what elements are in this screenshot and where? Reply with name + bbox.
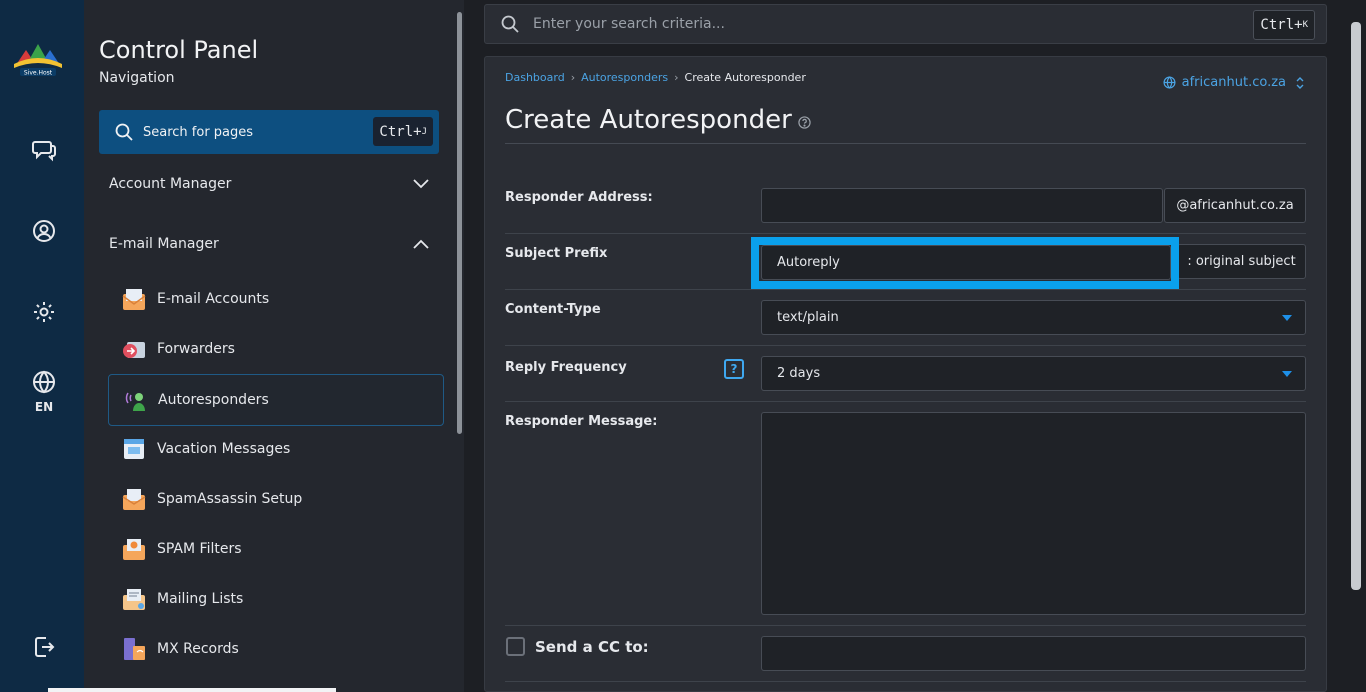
row-divider xyxy=(505,345,1306,346)
chevron-up-icon xyxy=(413,239,429,249)
caret-down-icon xyxy=(1282,371,1292,377)
main-scrollbar[interactable] xyxy=(1349,0,1363,692)
sidebar-item-autoresponders[interactable]: Autoresponders xyxy=(108,374,444,426)
autoresponders-icon xyxy=(121,386,149,414)
responder-message-textarea[interactable] xyxy=(761,412,1306,615)
sivehost-logo[interactable]: Sive.Host xyxy=(12,38,64,80)
panel-subtitle: Navigation xyxy=(99,70,175,86)
search-pages-label: Search for pages xyxy=(143,124,254,140)
sidebar-item-label: E-mail Accounts xyxy=(157,291,270,307)
logout-icon[interactable] xyxy=(22,625,66,669)
breadcrumb-autoresponders[interactable]: Autoresponders xyxy=(581,71,668,84)
sidebar-item-label: SPAM Filters xyxy=(157,541,242,557)
nav-scrollbar[interactable] xyxy=(455,0,464,692)
spamassassin-icon xyxy=(120,485,148,513)
nav-scrollbar-thumb[interactable] xyxy=(457,12,462,434)
group-account-manager-label: Account Manager xyxy=(109,176,232,192)
breadcrumb: Dashboard › Autoresponders › Create Auto… xyxy=(505,71,806,84)
row-divider xyxy=(505,233,1306,234)
row-divider xyxy=(505,681,1306,682)
forwarders-icon xyxy=(120,335,148,363)
vacation-messages-icon xyxy=(120,435,148,463)
sidebar-item-label: Vacation Messages xyxy=(157,441,291,457)
domain-selector-value: africanhut.co.za xyxy=(1181,75,1286,90)
responder-address-domain-suffix: @africanhut.co.za xyxy=(1164,188,1306,223)
subject-prefix-suffix: : original subject xyxy=(1177,244,1306,279)
bottom-edge-bar xyxy=(48,688,336,692)
row-divider xyxy=(505,625,1306,626)
reply-frequency-help-icon[interactable]: ? xyxy=(724,359,744,379)
group-email-manager[interactable]: E-mail Manager xyxy=(109,229,429,259)
icon-rail: Sive.Host EN xyxy=(0,0,84,692)
panel-title: Control Panel xyxy=(99,36,259,64)
search-pages-shortcut: Ctrl+ J xyxy=(373,117,433,146)
focus-highlight xyxy=(751,237,1179,289)
sidebar-item-mx-records[interactable]: MX Records xyxy=(108,624,444,674)
responder-message-label: Responder Message: xyxy=(505,414,658,429)
group-email-manager-label: E-mail Manager xyxy=(109,236,219,252)
row-divider xyxy=(505,289,1306,290)
responder-address-label: Responder Address: xyxy=(505,190,653,205)
content-type-label: Content-Type xyxy=(505,302,601,317)
sidebar-item-label: SpamAssassin Setup xyxy=(157,491,303,507)
help-circle-icon[interactable] xyxy=(798,115,811,129)
search-pages-button[interactable]: Search for pages Ctrl+ J xyxy=(99,110,439,154)
row-divider xyxy=(505,401,1306,402)
sidebar-item-spamassassin-setup[interactable]: SpamAssassin Setup xyxy=(108,474,444,524)
sidebar-item-forwarders[interactable]: Forwarders xyxy=(108,324,444,374)
sidebar-item-mailing-lists[interactable]: Mailing Lists xyxy=(108,574,444,624)
reply-frequency-value: 2 days xyxy=(777,366,821,381)
navigation-panel: Control Panel Navigation Search for page… xyxy=(84,0,464,692)
sidebar-item-label: MX Records xyxy=(157,641,239,657)
reply-frequency-select[interactable]: 2 days xyxy=(761,356,1306,391)
sidebar-item-email-accounts[interactable]: E-mail Accounts xyxy=(108,274,444,324)
breadcrumb-separator-icon: › xyxy=(570,71,576,84)
sidebar-item-label: Mailing Lists xyxy=(157,591,244,607)
breadcrumb-separator-icon: › xyxy=(674,71,679,84)
breadcrumb-current: Create Autoresponder xyxy=(684,71,806,84)
sidebar-item-label: Forwarders xyxy=(157,341,235,357)
content-type-value: text/plain xyxy=(777,310,839,325)
create-autoresponder-card: Dashboard › Autoresponders › Create Auto… xyxy=(484,56,1327,692)
globe-icon xyxy=(1163,76,1176,89)
sidebar-item-spam-filters[interactable]: SPAM Filters xyxy=(108,524,444,574)
caret-down-icon xyxy=(1282,315,1292,321)
language-globe-icon[interactable] xyxy=(22,360,66,404)
chevron-down-icon xyxy=(413,179,429,189)
content-type-select[interactable]: text/plain xyxy=(761,300,1306,335)
domain-selector[interactable]: africanhut.co.za xyxy=(1163,75,1304,90)
search-icon xyxy=(115,123,133,141)
mx-records-icon xyxy=(120,635,148,663)
sidebar-item-label: Autoresponders xyxy=(158,392,269,408)
responder-address-input[interactable] xyxy=(761,188,1163,223)
group-account-manager[interactable]: Account Manager xyxy=(109,169,429,199)
email-accounts-icon xyxy=(120,285,148,313)
global-search-input[interactable]: Enter your search criteria... xyxy=(533,16,725,32)
sidebar-item-vacation-messages[interactable]: Vacation Messages xyxy=(108,424,444,474)
chevron-updown-icon xyxy=(1296,76,1304,89)
search-icon xyxy=(501,15,519,33)
breadcrumb-dashboard[interactable]: Dashboard xyxy=(505,71,565,84)
global-search-bar[interactable]: Enter your search criteria... Ctrl+ K xyxy=(484,4,1327,44)
spam-filters-icon xyxy=(120,535,148,563)
global-search-shortcut: Ctrl+ K xyxy=(1253,10,1315,40)
language-label[interactable]: EN xyxy=(22,400,66,414)
reply-frequency-label: Reply Frequency xyxy=(505,360,627,375)
mailing-lists-icon xyxy=(120,585,148,613)
subject-prefix-label: Subject Prefix xyxy=(505,246,608,261)
main-scrollbar-thumb[interactable] xyxy=(1351,22,1361,590)
send-cc-checkbox[interactable] xyxy=(506,637,525,656)
title-divider xyxy=(505,143,1306,144)
page-title: Create Autoresponder xyxy=(505,105,811,135)
send-cc-label: Send a CC to: xyxy=(535,638,649,656)
logo-text: Sive.Host xyxy=(24,70,53,77)
settings-gear-icon[interactable] xyxy=(22,290,66,334)
send-cc-input[interactable] xyxy=(761,636,1306,671)
chat-support-icon[interactable] xyxy=(22,128,66,172)
user-account-icon[interactable] xyxy=(22,209,66,253)
